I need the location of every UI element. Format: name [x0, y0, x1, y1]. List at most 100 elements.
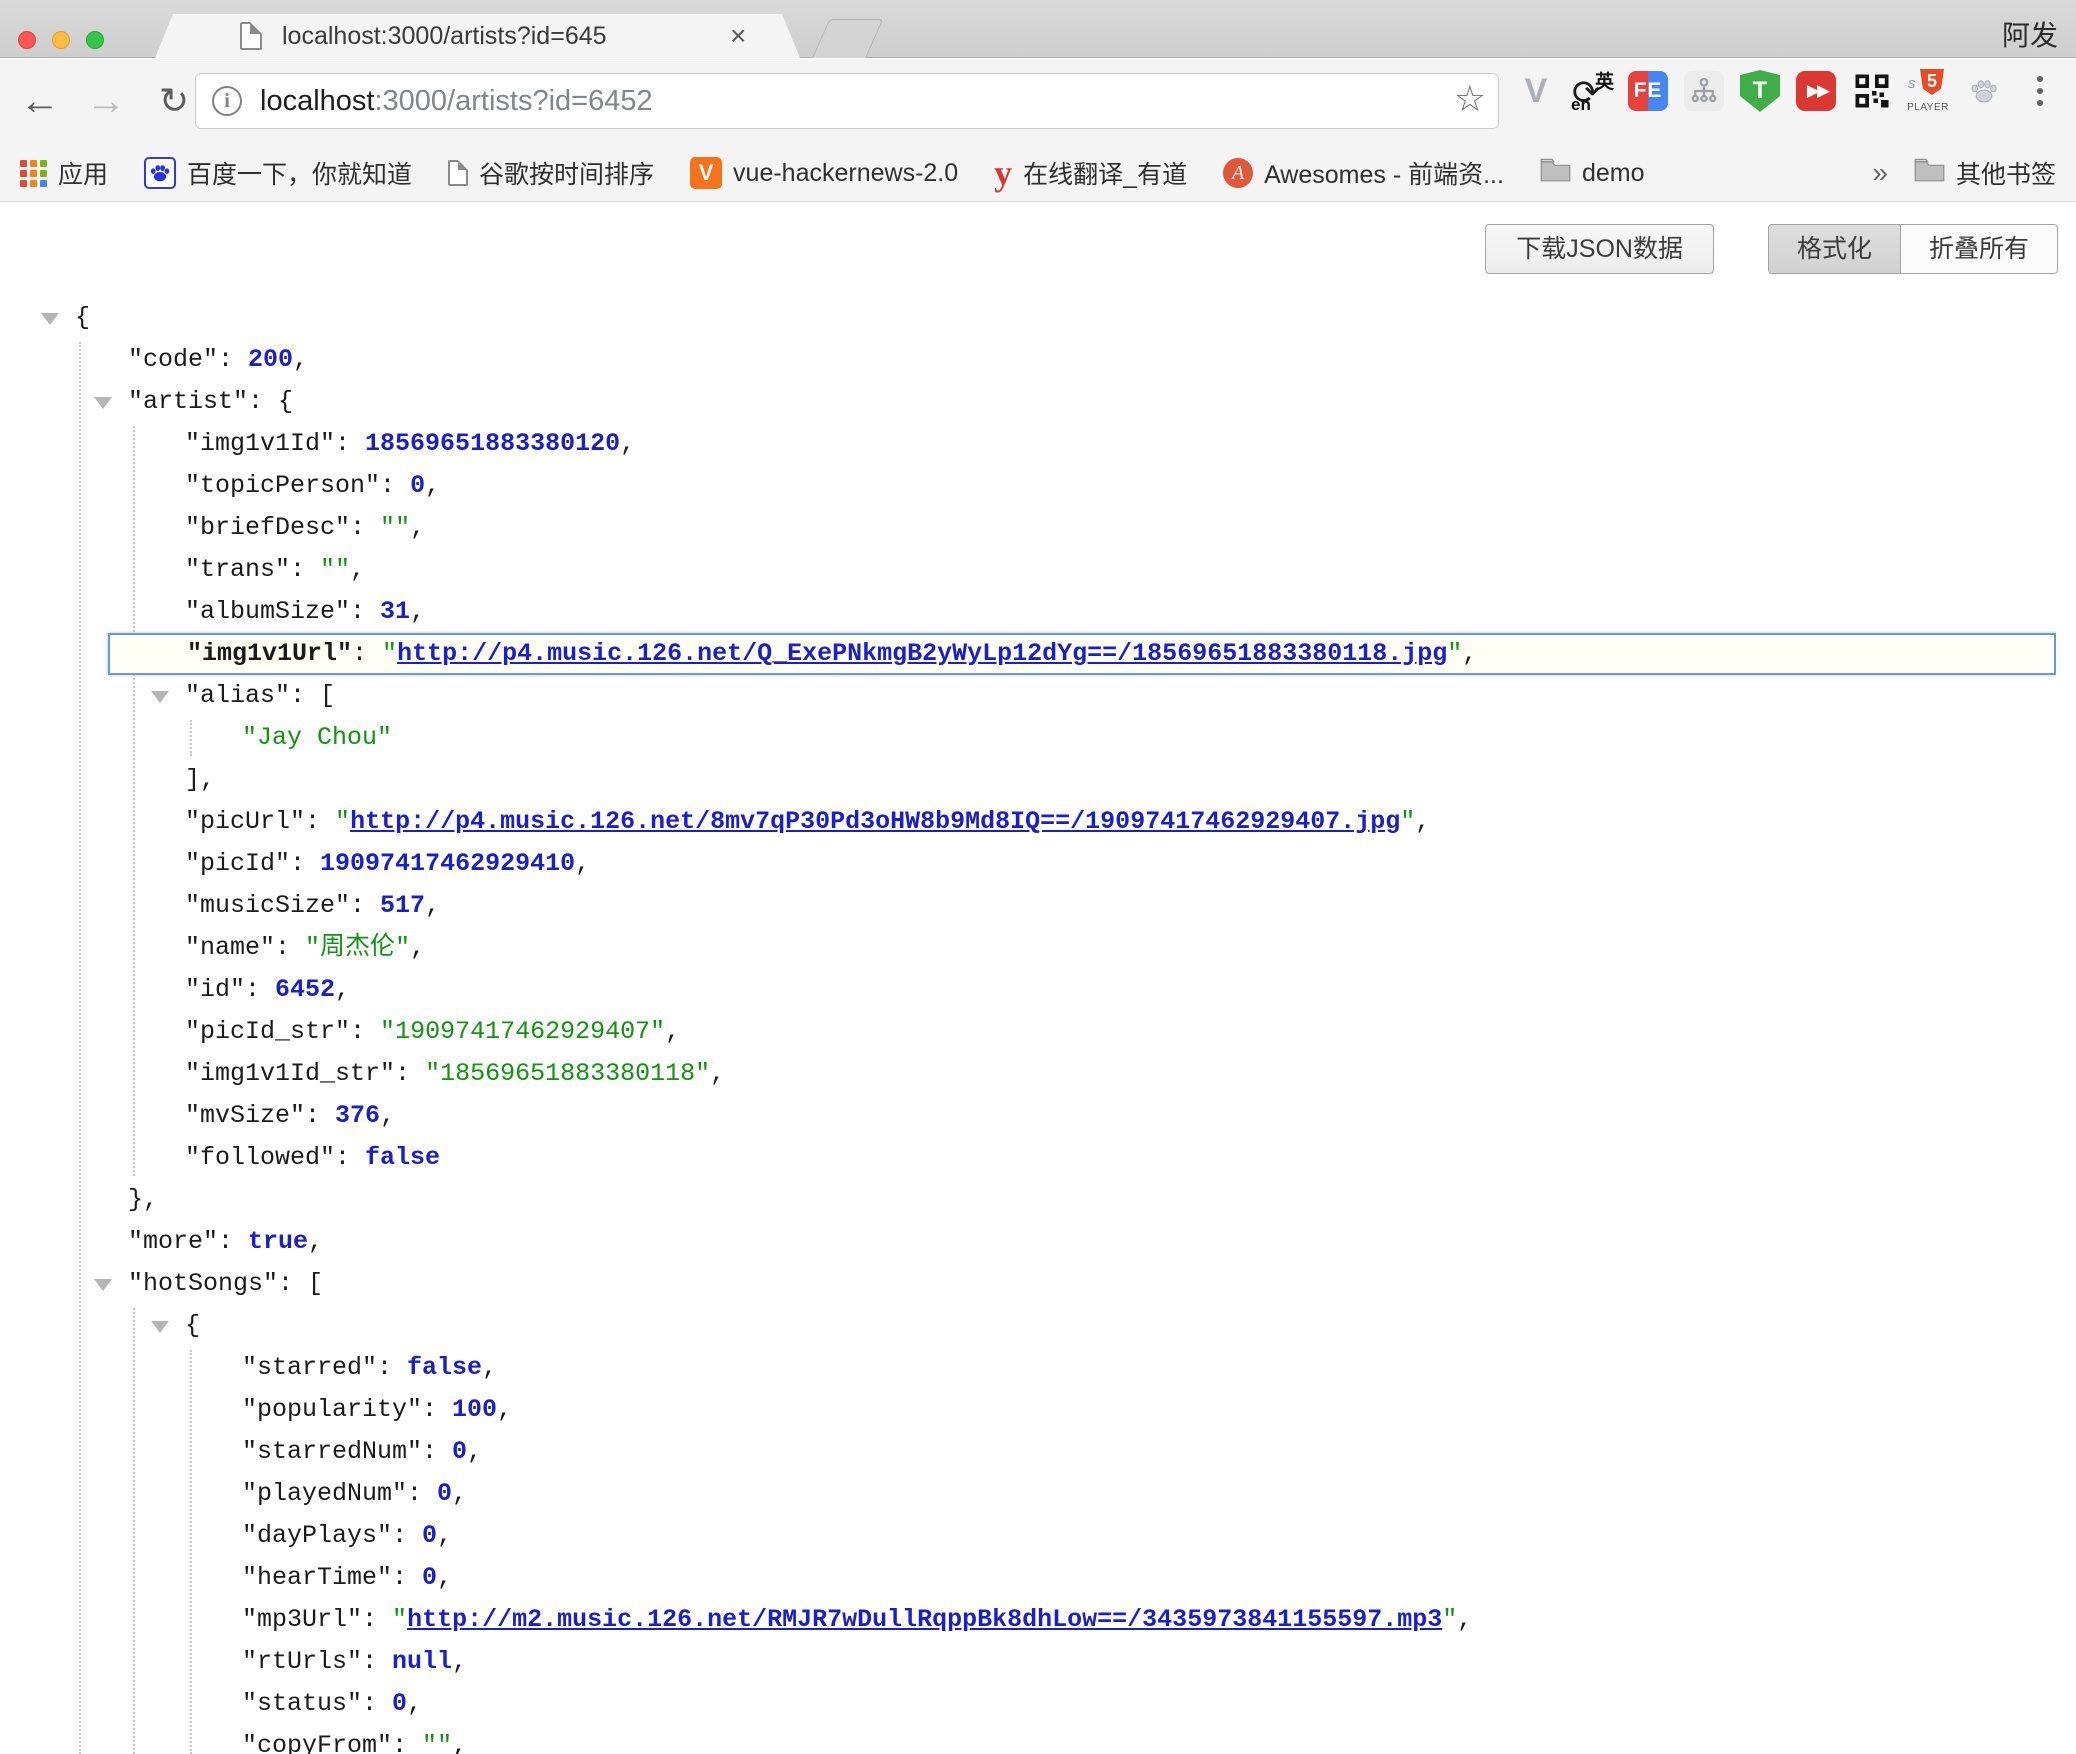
reload-button[interactable]: ↻	[148, 75, 200, 127]
json-line-topicPerson: "topicPerson": 0,	[40, 465, 2056, 507]
title-bar: localhost:3000/artists?id=645 × 阿发	[0, 0, 2076, 58]
bookmark-label: Awesomes - 前端资...	[1264, 155, 1504, 191]
bookmark-item-baidu[interactable]: 百度一下，你就知道	[144, 155, 412, 191]
bookmark-item-awesomes[interactable]: A Awesomes - 前端资...	[1223, 155, 1504, 191]
minimize-window-button[interactable]	[52, 31, 70, 49]
json-line-copyFrom: "copyFrom": "",	[40, 1725, 2056, 1754]
address-bar[interactable]: i localhost:3000/artists?id=6452 ☆	[195, 73, 1499, 129]
bookmarks-overflow-chevron[interactable]: »	[1872, 157, 1888, 189]
collapse-triangle-icon[interactable]	[151, 691, 169, 703]
tampermonkey-icon[interactable]: T	[1738, 69, 1782, 113]
view-mode-segmented-control: 格式化 折叠所有	[1768, 224, 2058, 274]
folder-icon	[1914, 157, 1945, 189]
bookmark-item-folder[interactable]: demo	[1540, 157, 1645, 189]
bookmark-label: 百度一下，你就知道	[187, 155, 412, 191]
json-line-albumSize: "albumSize": 31,	[40, 591, 2056, 633]
browser-tab[interactable]: localhost:3000/artists?id=645 ×	[155, 14, 800, 58]
html5-player-icon[interactable]: s5PLAYER	[1906, 69, 1950, 113]
json-line-picUrl: "picUrl": "http://p4.music.126.net/8mv7q…	[40, 801, 2056, 843]
browser-toolbar: ← → ↻ i localhost:3000/artists?id=6452 ☆…	[0, 59, 2076, 145]
json-line-mp3Url: "mp3Url": "http://m2.music.126.net/RMJR7…	[40, 1599, 2056, 1641]
json-line-img1v1Url[interactable]: "img1v1Url": "http://p4.music.126.net/Q_…	[108, 633, 2056, 675]
collapse-triangle-icon[interactable]	[94, 397, 112, 409]
bookmark-label: 其他书签	[1956, 155, 2056, 191]
window-controls	[18, 31, 104, 49]
tab-title-fade	[650, 22, 720, 51]
json-url-link[interactable]: http://m2.music.126.net/RMJR7wDullRqppBk…	[407, 1605, 1442, 1634]
json-line-more: "more": true,	[40, 1221, 2056, 1263]
vue-icon: V	[690, 157, 722, 189]
tab-title: localhost:3000/artists?id=645	[282, 22, 720, 51]
json-line-starredNum: "starredNum": 0,	[40, 1431, 2056, 1473]
json-line-status: "status": 0,	[40, 1683, 2056, 1725]
json-actions: 下载JSON数据 格式化 折叠所有	[1485, 224, 2058, 274]
paw-icon[interactable]	[1962, 69, 2006, 113]
collapse-triangle-icon[interactable]	[151, 1321, 169, 1333]
fe-helper-icon[interactable]: FE	[1626, 69, 1670, 113]
extensions-row: V ⟳英en FE T ▶▶ s5PLAYER	[1514, 69, 2062, 113]
json-line-starred: "starred": false,	[40, 1347, 2056, 1389]
json-line-followed: "followed": false	[40, 1137, 2056, 1179]
bookmarks-bar: 应用 百度一下，你就知道 谷歌按时间排序 Vvue-hackernews-2.0 y在线…	[0, 145, 2076, 202]
format-button[interactable]: 格式化	[1769, 225, 1900, 273]
json-line-hotSongs: "hotSongs": [	[40, 1263, 2056, 1305]
json-line-img1v1Id_str: "img1v1Id_str": "18569651883380118",	[40, 1053, 2056, 1095]
collapse-triangle-icon[interactable]	[94, 1279, 112, 1291]
json-line-briefDesc: "briefDesc": "",	[40, 507, 2056, 549]
fullscreen-window-button[interactable]	[86, 31, 104, 49]
bookmark-label: vue-hackernews-2.0	[733, 159, 958, 188]
json-line: {	[40, 297, 2056, 339]
json-line-name: "name": "周杰伦",	[40, 927, 2056, 969]
json-line-img1v1Id: "img1v1Id": 18569651883380120,	[40, 423, 2056, 465]
tab-close-icon[interactable]: ×	[730, 22, 746, 50]
back-button[interactable]: ←	[14, 75, 66, 127]
json-line-artist: "artist": {	[40, 381, 2056, 423]
bookmark-star-icon[interactable]: ☆	[1454, 78, 1486, 120]
json-line-mvSize: "mvSize": 376,	[40, 1095, 2056, 1137]
collapse-all-button[interactable]: 折叠所有	[1900, 225, 2057, 273]
awesomes-icon: A	[1223, 158, 1253, 188]
browser-menu-icon[interactable]	[2018, 69, 2062, 113]
folder-icon	[1540, 157, 1571, 189]
url-text: localhost:3000/artists?id=6452	[260, 85, 653, 118]
json-line: "Jay Chou"	[40, 717, 2056, 759]
bookmark-label: demo	[1582, 159, 1645, 188]
json-line-musicSize: "musicSize": 517,	[40, 885, 2056, 927]
bookmark-item-youdao[interactable]: y在线翻译_有道	[994, 155, 1187, 191]
json-line-picId_str: "picId_str": "19097417462929407",	[40, 1011, 2056, 1053]
collapse-triangle-icon[interactable]	[41, 313, 59, 325]
json-line-alias: "alias": [	[40, 675, 2056, 717]
bookmark-item-page[interactable]: 谷歌按时间排序	[448, 155, 654, 191]
close-window-button[interactable]	[18, 31, 36, 49]
json-line-playedNum: "playedNum": 0,	[40, 1473, 2056, 1515]
other-bookmarks-folder[interactable]: 其他书签	[1914, 155, 2056, 191]
bookmark-label: 应用	[58, 155, 108, 191]
youdao-icon: y	[994, 158, 1012, 188]
forward-button[interactable]: →	[80, 75, 132, 127]
site-info-icon[interactable]: i	[212, 86, 242, 116]
baidu-paw-icon	[144, 157, 176, 189]
json-line-hearTime: "hearTime": 0,	[40, 1557, 2056, 1599]
download-json-button[interactable]: 下载JSON数据	[1485, 224, 1714, 274]
sitemap-icon[interactable]	[1682, 69, 1726, 113]
bookmark-label: 谷歌按时间排序	[479, 155, 654, 191]
bookmark-item-vue[interactable]: Vvue-hackernews-2.0	[690, 157, 958, 189]
youdao-translate-icon[interactable]: ⟳英en	[1570, 69, 1614, 113]
json-line-popularity: "popularity": 100,	[40, 1389, 2056, 1431]
json-line: },	[40, 1179, 2056, 1221]
profile-name[interactable]: 阿发	[2002, 14, 2058, 54]
json-line-picId: "picId": 19097417462929410,	[40, 843, 2056, 885]
json-url-link[interactable]: http://p4.music.126.net/Q_ExePNkmgB2yWyL…	[397, 639, 1447, 668]
json-line: ],	[40, 759, 2056, 801]
apps-grid-icon	[20, 160, 47, 187]
json-line-code: "code": 200,	[40, 339, 2056, 381]
video-downloader-icon[interactable]: ▶▶	[1794, 69, 1838, 113]
json-line: {	[40, 1305, 2056, 1347]
json-line-id: "id": 6452,	[40, 969, 2056, 1011]
page-content: 下载JSON数据 格式化 折叠所有 {"code": 200,"artist":…	[0, 202, 2076, 1754]
vue-devtools-icon[interactable]: V	[1514, 69, 1558, 113]
json-url-link[interactable]: http://p4.music.126.net/8mv7qP30Pd3oHW8b…	[350, 807, 1400, 836]
new-tab-button[interactable]	[812, 19, 883, 58]
bookmark-item-apps[interactable]: 应用	[20, 155, 108, 191]
qr-code-icon[interactable]	[1850, 69, 1894, 113]
